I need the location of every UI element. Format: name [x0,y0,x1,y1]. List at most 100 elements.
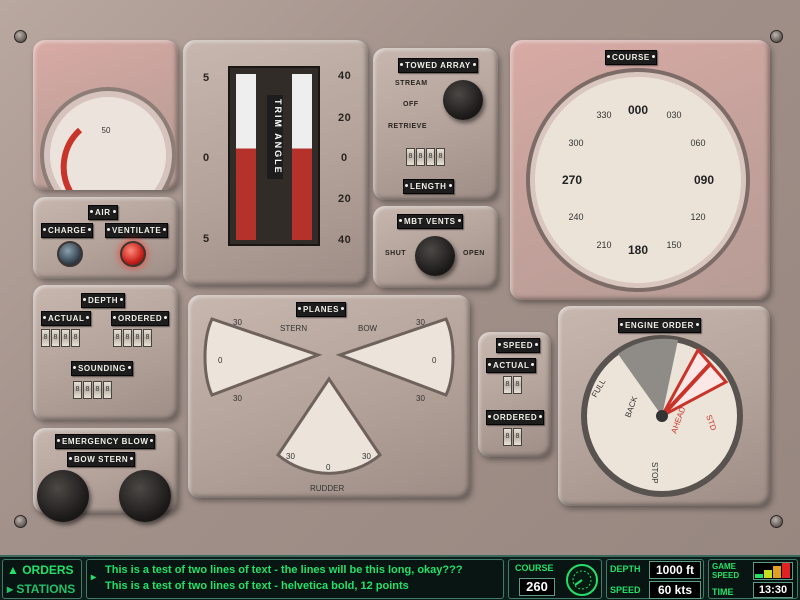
gauge-tick-label: 50 [102,126,111,135]
speed-title: SPEED [496,338,541,353]
stern-tick: 0 [218,356,223,365]
planes-dials: STERN BOW 30 0 30 30 0 30 30 0 30 RUDDER [203,317,455,493]
course-readout-label: COURSE [515,563,554,573]
speed-readout-label: SPEED [610,585,641,595]
course-readout: COURSE 260 [508,559,602,599]
speed-ordered-label: ORDERED [486,410,545,425]
array-pos-retrieve: RETRIEVE [388,123,428,130]
game-speed-meter[interactable] [753,562,793,580]
air-panel: AIR CHARGE VENTILATE [33,197,178,279]
course-label: 090 [694,173,714,187]
depth-ordered-label: ORDERED [111,311,170,326]
course-label: 240 [568,212,583,222]
time-value: 13:30 [753,582,793,598]
stern-tick: 30 [233,318,242,327]
course-label: 300 [568,138,583,148]
trim-right-scale: 20 [338,112,352,124]
compass-icon [566,564,598,596]
towed-array-title: TOWED ARRAY [398,58,478,73]
air-ventilate-label: VENTILATE [105,223,169,238]
control-board: 50 0 100 5 0 5 40 20 0 20 40 TRIM ANGLE … [0,0,800,555]
course-label: 150 [666,240,681,250]
bow-tick: 30 [416,394,425,403]
towed-array-panel: TOWED ARRAY STREAM OFF RETRIEVE 8888 LEN… [373,48,498,200]
depth-actual-counter: 8888 [41,329,80,347]
course-value: 260 [519,578,555,596]
sounding-label: SOUNDING [71,361,133,376]
depth-speed-readout: DEPTH 1000 ft SPEED 60 kts [606,559,704,599]
time-label: TIME [712,587,734,597]
course-label: 000 [628,103,648,117]
trim-left-scale-5: 5 [203,72,210,84]
emergency-blow-sub: BOW STERN [67,452,136,467]
rudder-tick: 0 [326,463,331,472]
screw-icon [770,30,783,43]
vents-open-label: OPEN [463,250,485,257]
course-label: 210 [596,240,611,250]
trim-right-scale: 40 [338,234,352,246]
planes-title: PLANES [296,302,347,317]
air-charge-label: CHARGE [41,223,94,238]
bow-label: BOW [358,324,378,333]
course-label: 180 [628,243,648,257]
air-title: AIR [88,205,118,220]
speed-value: 60 kts [649,581,701,599]
charge-button[interactable] [57,241,83,267]
pressure-gauge-panel: 50 0 100 [33,40,178,223]
vents-shut-label: SHUT [385,250,407,257]
engine-telegraph: BACK FULL AHEAD STD STOP [581,335,743,497]
towed-array-knob[interactable] [443,80,483,120]
speed-ordered-counter[interactable]: 88 [503,428,522,446]
course-panel: COURSE 330 000 030 300 060 270 090 240 1… [510,40,770,300]
array-length-counter: 8888 [406,148,445,166]
screw-icon [770,515,783,528]
array-pos-stream: STREAM [395,80,428,87]
engine-order-panel: ENGINE ORDER BACK FULL AHEAD STD STOP [558,306,770,506]
speed-panel: SPEED ACTUAL 88 ORDERED 88 [478,332,551,457]
trim-right-scale: 0 [341,152,348,164]
rudder-label: RUDDER [310,484,344,493]
depth-value: 1000 ft [649,561,701,579]
message-line-1: This is a test of two lines of text - th… [105,564,463,576]
ventilate-button[interactable] [120,241,146,267]
bow-tick: 30 [416,318,425,327]
pressure-gauge: 50 0 100 [40,87,176,223]
planes-panel: PLANES STERN BOW 30 0 30 30 0 30 30 0 30… [188,295,470,498]
bottom-status-bar: ▲ ORDERS ▸ STATIONS ▸ This is a test of … [0,555,800,600]
sounding-counter: 8888 [73,381,112,399]
array-pos-off: OFF [403,101,419,108]
depth-title: DEPTH [81,293,126,308]
screw-icon [14,515,27,528]
stations-button[interactable]: ▸ STATIONS [7,582,75,596]
mbt-vents-panel: MBT VENTS SHUT OPEN [373,206,498,288]
screw-icon [14,30,27,43]
message-line-2: This is a test of two lines of text - he… [105,580,409,592]
game-speed-label: GAME SPEED [712,562,740,580]
depth-ordered-counter[interactable]: 8888 [113,329,152,347]
trim-left-scale-0: 0 [203,152,210,164]
speed-actual-counter: 88 [503,376,522,394]
mbt-vents-title: MBT VENTS [397,214,463,229]
game-speed-readout: GAME SPEED TIME 13:30 [708,559,798,599]
engine-order-title: ENGINE ORDER [618,318,701,333]
trim-left-scale-5b: 5 [203,233,210,245]
trim-panel: 5 0 5 40 20 0 20 40 TRIM ANGLE [183,40,368,285]
speed-actual-label: ACTUAL [486,358,537,373]
bow-tick: 0 [432,356,437,365]
mbt-vents-knob[interactable] [415,236,455,276]
course-label: 060 [690,138,705,148]
depth-readout-label: DEPTH [610,564,641,574]
orders-button[interactable]: ▲ ORDERS [7,563,74,577]
trim-right-scale: 40 [338,70,352,82]
course-dial: 330 000 030 300 060 270 090 240 120 210 … [526,68,750,292]
trim-right-scale: 20 [338,193,352,205]
bow-blow-knob[interactable] [37,470,89,522]
message-box: ▸ This is a test of two lines of text - … [86,559,504,599]
stern-blow-knob[interactable] [119,470,171,522]
course-label: 120 [690,212,705,222]
course-title: COURSE [605,50,657,65]
course-label: 330 [596,110,611,120]
depth-panel: DEPTH ACTUAL ORDERED 8888 8888 SOUNDING … [33,285,178,420]
nav-box: ▲ ORDERS ▸ STATIONS [2,559,82,599]
message-arrow-icon[interactable]: ▸ [91,572,96,583]
